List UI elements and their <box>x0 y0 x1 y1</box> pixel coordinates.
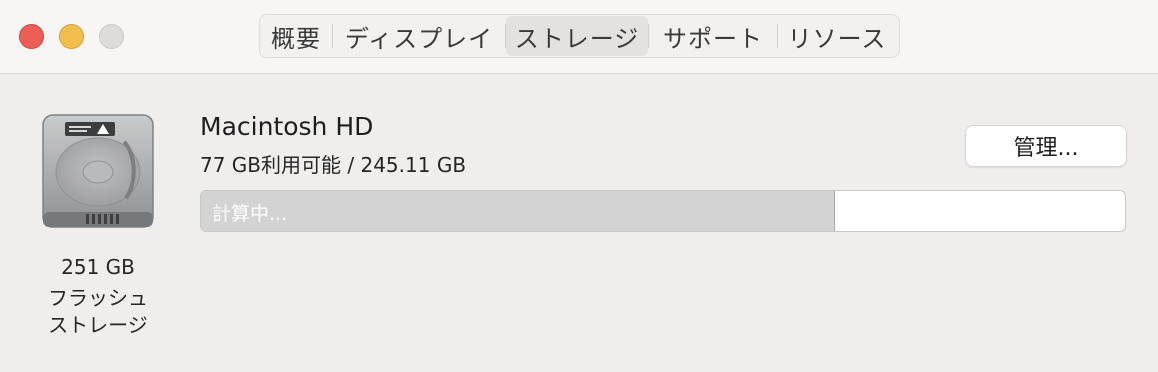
tab-resources[interactable]: リソース <box>778 16 896 56</box>
volume-availability: 77 GB利用可能 / 245.11 GB <box>200 153 467 177</box>
tab-bar: 概要 ディスプレイ ストレージ サポート リソース <box>259 14 900 58</box>
about-this-mac-window: 概要 ディスプレイ ストレージ サポート リソース 251 GB フラッシュ ス… <box>0 0 1158 372</box>
hard-disk-icon <box>42 114 154 228</box>
zoom-button[interactable] <box>99 24 124 49</box>
tab-storage[interactable]: ストレージ <box>506 16 648 56</box>
close-button[interactable] <box>19 24 44 49</box>
tab-displays[interactable]: ディスプレイ <box>333 16 505 56</box>
manage-button[interactable]: 管理... <box>965 125 1127 167</box>
disk-type-label-2: ストレージ <box>48 313 148 337</box>
minimize-button[interactable] <box>59 24 84 49</box>
volume-name: Macintosh HD <box>200 112 374 141</box>
storage-usage-bar: 計算中... <box>200 190 1126 232</box>
storage-usage-fill <box>201 191 835 231</box>
tab-support[interactable]: サポート <box>649 16 777 56</box>
title-bar: 概要 ディスプレイ ストレージ サポート リソース <box>0 0 1158 74</box>
tab-overview[interactable]: 概要 <box>260 16 332 56</box>
disk-type-label: フラッシュ <box>48 286 148 310</box>
disk-capacity-label: 251 GB <box>61 255 135 279</box>
calculating-label: 計算中... <box>212 203 288 225</box>
